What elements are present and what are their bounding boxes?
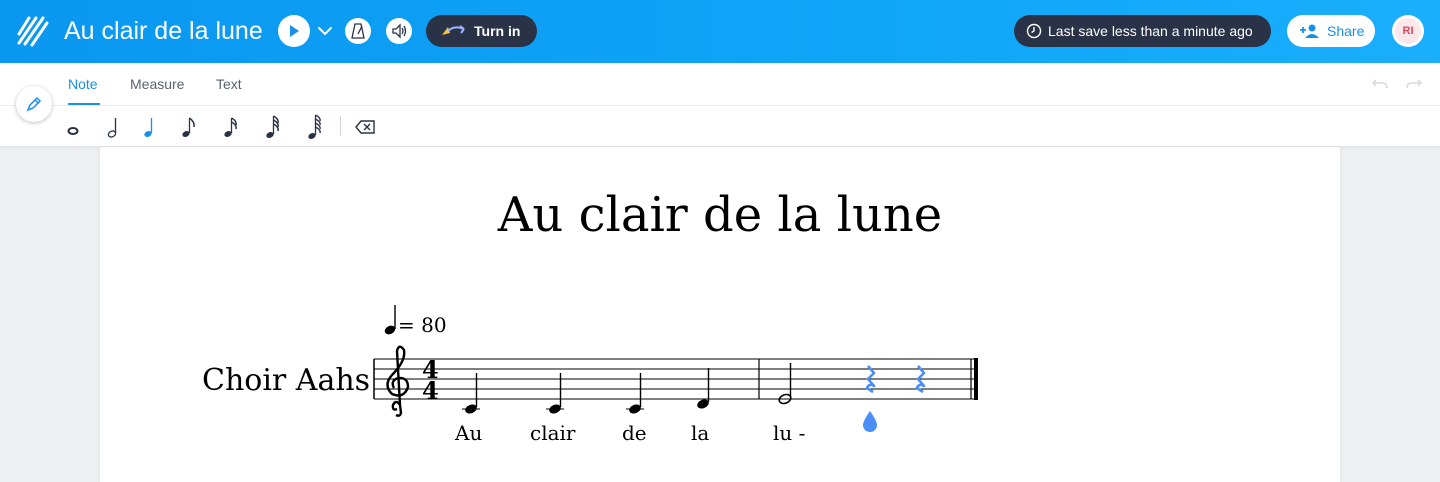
- turn-in-icon: [442, 25, 465, 35]
- whole-note-icon[interactable]: [62, 114, 86, 140]
- metronome-icon: [351, 23, 365, 39]
- lyric-syllable[interactable]: la: [691, 421, 709, 445]
- toolbar-tabs: Note Measure Text: [0, 63, 1440, 106]
- active-tab-indicator: [68, 103, 100, 105]
- top-bar: Au clair de la lune Turn in Last save le…: [0, 0, 1440, 63]
- quarter-note-icon[interactable]: [138, 114, 162, 140]
- last-save-text: Last save less than a minute ago: [1048, 23, 1253, 39]
- tab-measure[interactable]: Measure: [130, 76, 184, 92]
- palette-divider: [340, 116, 341, 136]
- treble-clef-icon: [386, 345, 410, 417]
- score-page: Au clair de la lune Choir Aahs = 80 4 4: [100, 147, 1340, 482]
- lyric-syllable[interactable]: lu -: [773, 421, 805, 445]
- last-save-status: Last save less than a minute ago: [1014, 15, 1271, 47]
- turn-in-label: Turn in: [474, 23, 521, 39]
- play-icon: [290, 25, 299, 37]
- eighth-note-icon[interactable]: [176, 114, 200, 140]
- share-button[interactable]: Share: [1287, 15, 1375, 47]
- metronome-button[interactable]: [345, 18, 371, 44]
- tab-note[interactable]: Note: [68, 76, 98, 92]
- lyric-syllable[interactable]: de: [622, 421, 647, 445]
- staff-lines: [374, 358, 977, 400]
- turn-in-button[interactable]: Turn in: [426, 15, 537, 47]
- time-signature-bottom: 4: [422, 376, 439, 405]
- sixteenth-note-icon[interactable]: [218, 114, 242, 140]
- input-cursor-icon[interactable]: [863, 411, 877, 432]
- add-person-icon: [1300, 24, 1319, 38]
- tab-text[interactable]: Text: [216, 76, 242, 92]
- chevron-down-icon[interactable]: [316, 22, 334, 40]
- note-palette: [0, 106, 1440, 147]
- tempo-note-icon: [384, 305, 396, 335]
- lyric-syllable[interactable]: Au: [455, 421, 482, 445]
- staff-system: 4 4: [373, 305, 978, 432]
- play-button[interactable]: [278, 15, 310, 47]
- delete-note-icon[interactable]: [354, 114, 378, 140]
- redo-icon[interactable]: [1405, 75, 1423, 93]
- app-logo-icon[interactable]: [16, 14, 50, 48]
- sound-button[interactable]: [386, 18, 412, 44]
- speaker-icon: [392, 23, 407, 39]
- lyric-syllable[interactable]: clair: [530, 421, 575, 445]
- edit-toolbar: Note Measure Text: [0, 63, 1440, 147]
- avatar-initials: RI: [1395, 18, 1421, 44]
- user-avatar[interactable]: RI: [1392, 15, 1424, 47]
- half-note-icon[interactable]: [102, 114, 126, 140]
- share-label: Share: [1327, 23, 1365, 39]
- sixty-fourth-note-icon[interactable]: [302, 114, 326, 140]
- undo-icon[interactable]: [1371, 75, 1389, 93]
- clock-icon: [1026, 23, 1042, 39]
- thirty-second-note-icon[interactable]: [260, 114, 284, 140]
- score-title-header[interactable]: Au clair de la lune: [64, 14, 263, 48]
- time-signature: 4 4: [422, 355, 439, 405]
